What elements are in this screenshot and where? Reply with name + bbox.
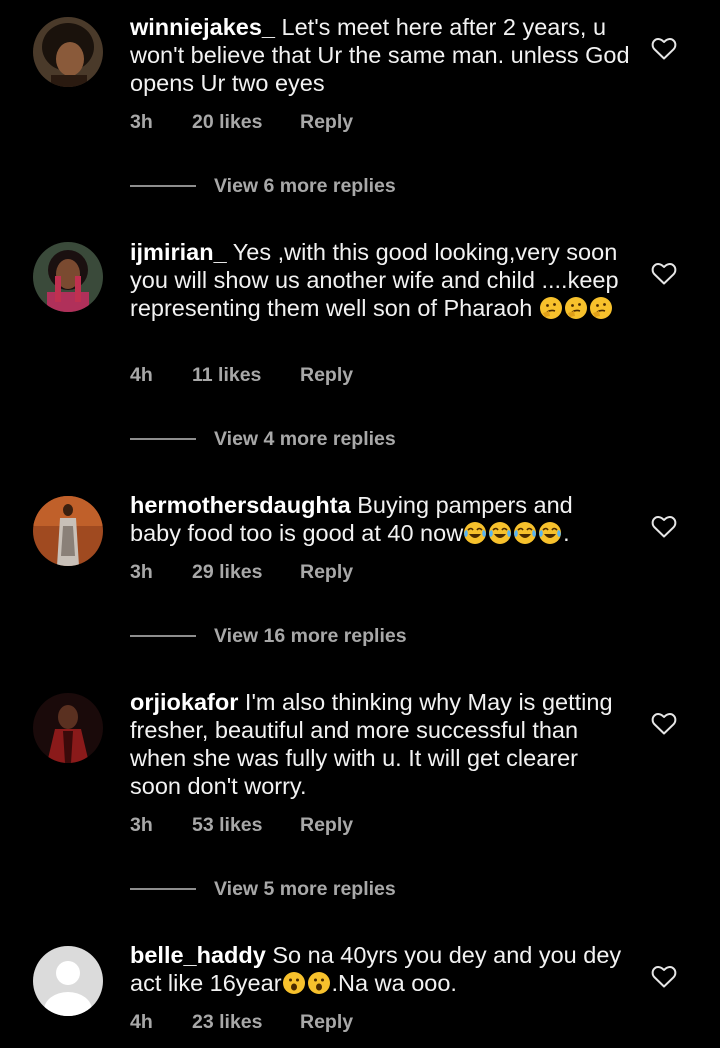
comment-text: hermothersdaughta Buying pampers and bab… — [130, 491, 630, 547]
avatar[interactable] — [33, 17, 103, 87]
view-more-replies[interactable]: View 4 more replies — [130, 427, 530, 451]
divider — [130, 888, 196, 890]
comment-text: orjiokafor I'm also thinking why May is … — [130, 688, 630, 800]
heart-outline-icon[interactable] — [651, 37, 677, 61]
comment-time: 3h — [130, 814, 153, 836]
divider — [130, 635, 196, 637]
avatar[interactable] — [33, 242, 103, 312]
comment-likes[interactable]: 53 likes — [192, 813, 262, 837]
comment-username[interactable]: orjiokafor — [130, 689, 238, 715]
reply-button[interactable]: Reply — [300, 560, 353, 584]
heart-outline-icon[interactable] — [651, 262, 677, 286]
comment-likes[interactable]: 11 likes — [192, 363, 261, 387]
comment-time: 4h — [130, 1011, 153, 1033]
reply-button[interactable]: Reply — [300, 813, 353, 837]
comment-text: ijmirian_ Yes ,with this good looking,ve… — [130, 238, 630, 322]
divider — [130, 438, 196, 440]
divider — [130, 185, 196, 187]
tears-of-joy-icon — [463, 520, 563, 546]
view-more-replies[interactable]: View 16 more replies — [130, 624, 530, 648]
astonished-face-icon — [282, 970, 332, 996]
view-more-replies-label: View 5 more replies — [214, 878, 396, 900]
comment-username[interactable]: winniejakes_ — [130, 14, 275, 40]
comment-likes[interactable]: 23 likes — [192, 1010, 262, 1034]
comment-username[interactable]: hermothersdaughta — [130, 492, 351, 518]
avatar[interactable] — [33, 496, 103, 566]
heart-outline-icon[interactable] — [651, 712, 677, 736]
default-avatar-icon[interactable] — [33, 946, 103, 1016]
reply-button[interactable]: Reply — [300, 363, 353, 387]
avatar[interactable] — [33, 693, 103, 763]
comment-time: 3h — [130, 111, 153, 133]
comment-time: 4h — [130, 364, 153, 386]
reply-button[interactable]: Reply — [300, 1010, 353, 1034]
view-more-replies[interactable]: View 5 more replies — [130, 877, 530, 901]
comment-username[interactable]: ijmirian_ — [130, 239, 227, 265]
view-more-replies-label: View 16 more replies — [214, 625, 407, 647]
view-more-replies[interactable]: View 6 more replies — [130, 174, 530, 198]
comment-time: 3h — [130, 561, 153, 583]
comment-username[interactable]: belle_haddy — [130, 942, 266, 968]
thinking-face-icon — [539, 295, 614, 321]
comment-likes[interactable]: 29 likes — [192, 560, 262, 584]
comment-body-tail: . — [563, 520, 570, 546]
comment-likes[interactable]: 20 likes — [192, 110, 262, 134]
comment-text: belle_haddy So na 40yrs you dey and you … — [130, 941, 630, 997]
view-more-replies-label: View 4 more replies — [214, 428, 396, 450]
heart-outline-icon[interactable] — [651, 515, 677, 539]
reply-button[interactable]: Reply — [300, 110, 353, 134]
comment-text: winniejakes_ Let's meet here after 2 yea… — [130, 13, 630, 97]
comment-body-tail: .Na wa ooo. — [331, 970, 457, 996]
heart-outline-icon[interactable] — [651, 965, 677, 989]
view-more-replies-label: View 6 more replies — [214, 175, 396, 197]
